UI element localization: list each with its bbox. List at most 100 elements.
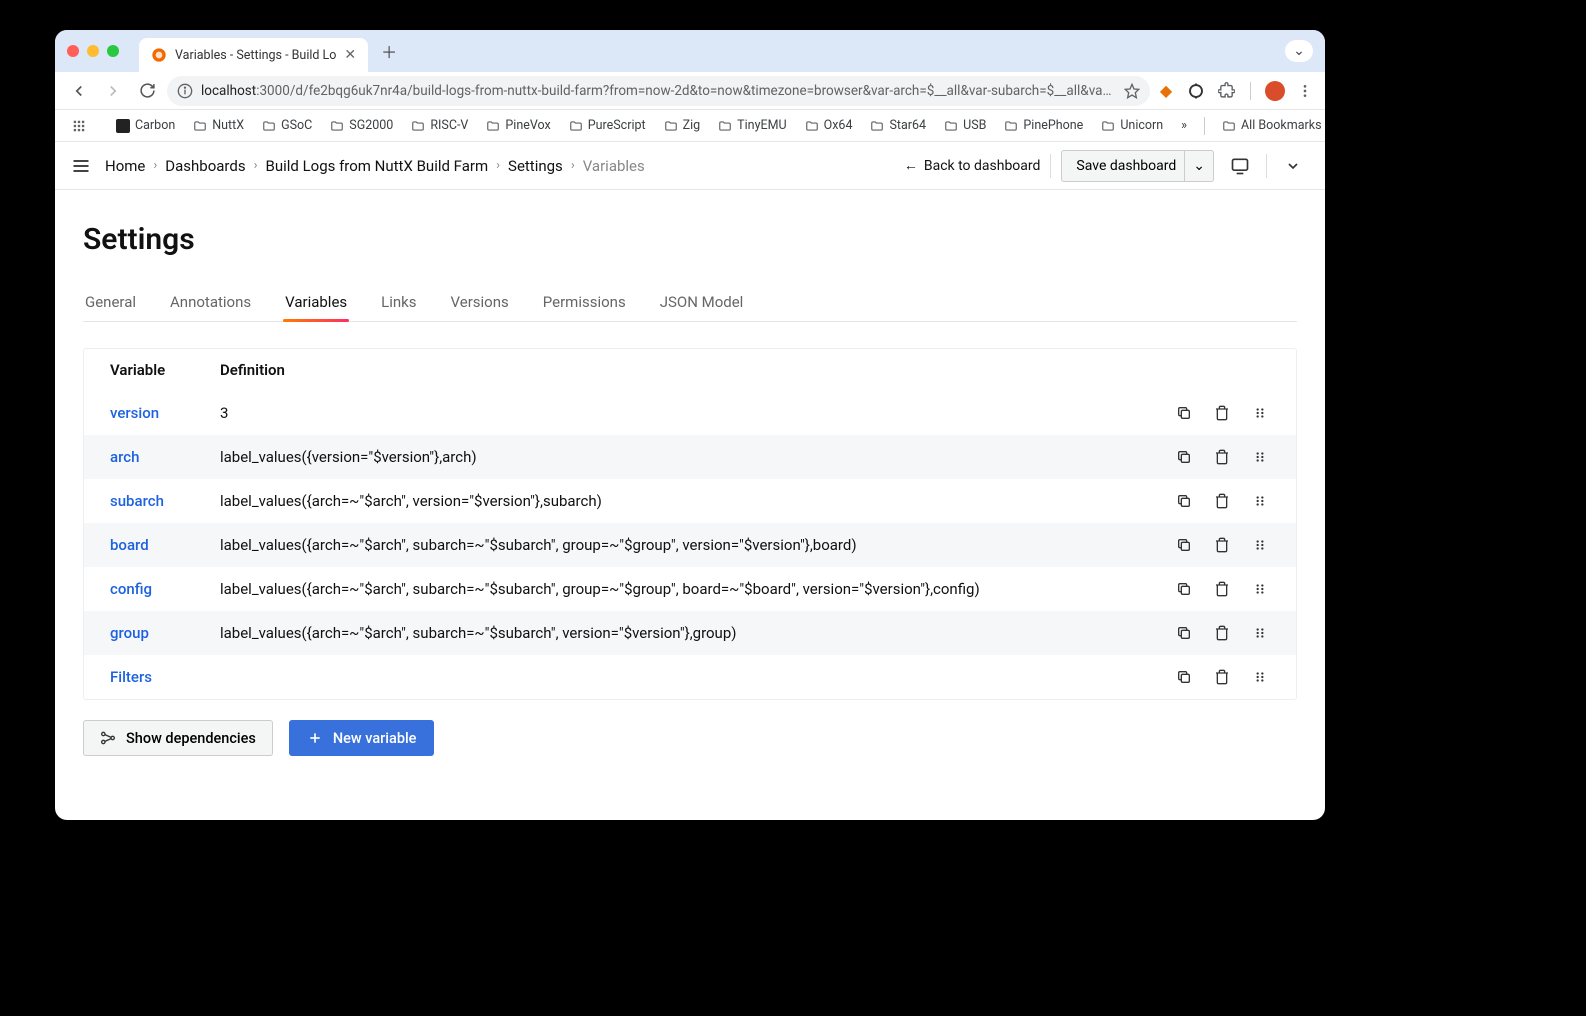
chrome-menu-icon[interactable] [1295, 81, 1315, 101]
variable-name-link[interactable]: group [110, 624, 220, 642]
breadcrumb-item[interactable]: Home [105, 157, 145, 175]
bookmark-item[interactable]: PureScript [562, 115, 653, 136]
bookmark-item[interactable]: RISC-V [404, 115, 475, 136]
variable-name-link[interactable]: subarch [110, 492, 220, 510]
new-variable-button[interactable]: New variable [289, 720, 435, 756]
grafana-favicon-icon [151, 47, 167, 63]
profile-avatar[interactable] [1265, 81, 1285, 101]
breadcrumb: Home › Dashboards › Build Logs from NuttX Bu… [105, 157, 645, 175]
duplicate-icon[interactable] [1174, 491, 1194, 511]
delete-icon[interactable] [1212, 667, 1232, 687]
apps-grid-icon[interactable] [65, 116, 93, 136]
show-dependencies-button[interactable]: Show dependencies [83, 720, 273, 756]
bookmark-item[interactable]: TinyEMU [711, 115, 793, 136]
breadcrumb-item[interactable]: Build Logs from NuttX Build Farm [265, 157, 488, 175]
settings-tabs: General Annotations Variables Links Versions… [83, 285, 1297, 322]
tab-annotations[interactable]: Annotations [168, 285, 253, 321]
bookmark-item[interactable]: NuttX [186, 115, 251, 136]
bookmark-item[interactable]: Carbon [109, 115, 182, 136]
tab-versions[interactable]: Versions [449, 285, 511, 321]
delete-icon[interactable] [1212, 491, 1232, 511]
bookmarks-overflow-icon[interactable]: » [1174, 115, 1194, 136]
new-tab-button[interactable]: ＋ [376, 38, 402, 64]
save-dashboard-button[interactable]: Save dashboard ⌄ [1061, 150, 1214, 182]
variable-name-link[interactable]: Filters [110, 668, 220, 686]
drag-handle-icon[interactable] [1250, 491, 1270, 511]
maximize-window-button[interactable] [107, 45, 119, 57]
duplicate-icon[interactable] [1174, 579, 1194, 599]
tab-list-dropdown[interactable]: ⌄ [1285, 40, 1313, 62]
extension-icon-2[interactable] [1186, 81, 1206, 101]
tab-json-model[interactable]: JSON Model [658, 285, 746, 321]
table-row: subarchlabel_values({arch=~"$arch", vers… [84, 479, 1296, 523]
app-header: Home › Dashboards › Build Logs from NuttX Bu… [55, 142, 1325, 190]
menu-toggle-button[interactable] [71, 156, 91, 176]
reload-button[interactable] [133, 77, 161, 105]
bookmark-item[interactable]: Zig [657, 115, 708, 136]
tab-general[interactable]: General [83, 285, 138, 321]
address-bar[interactable]: localhost:3000/d/fe2bqg6uk7nr4a/build-lo… [167, 76, 1150, 106]
page-title: Settings [83, 222, 1297, 257]
breadcrumb-item[interactable]: Dashboards [165, 157, 245, 175]
bookmark-item[interactable]: USB [937, 115, 993, 136]
delete-icon[interactable] [1212, 579, 1232, 599]
url-text: localhost:3000/d/fe2bqg6uk7nr4a/build-lo… [201, 83, 1116, 99]
delete-icon[interactable] [1212, 447, 1232, 467]
variable-definition: label_values({arch=~"$arch", version="$v… [220, 492, 1150, 510]
bookmark-item[interactable]: GSoC [255, 115, 319, 136]
footer-actions: Show dependencies New variable [83, 720, 1297, 756]
back-to-dashboard-link[interactable]: ← Back to dashboard [904, 157, 1041, 174]
site-info-icon[interactable] [177, 83, 193, 99]
close-window-button[interactable] [67, 45, 79, 57]
chevron-right-icon: › [254, 158, 258, 173]
delete-icon[interactable] [1212, 623, 1232, 643]
browser-tab[interactable]: Variables - Settings - Build Lo ✕ [139, 38, 368, 72]
breadcrumb-item: Variables [583, 157, 645, 175]
duplicate-icon[interactable] [1174, 447, 1194, 467]
tab-links[interactable]: Links [379, 285, 418, 321]
table-row: Filters [84, 655, 1296, 699]
bookmark-item[interactable]: Unicorn [1094, 115, 1170, 136]
forward-button[interactable] [99, 77, 127, 105]
preview-icon[interactable] [1224, 150, 1256, 182]
bookmark-item[interactable]: PinePhone [997, 115, 1090, 136]
duplicate-icon[interactable] [1174, 667, 1194, 687]
back-button[interactable] [65, 77, 93, 105]
chevron-right-icon: › [496, 158, 500, 173]
delete-icon[interactable] [1212, 403, 1232, 423]
drag-handle-icon[interactable] [1250, 535, 1270, 555]
duplicate-icon[interactable] [1174, 535, 1194, 555]
extension-icon-1[interactable]: ◆ [1156, 81, 1176, 101]
tab-variables[interactable]: Variables [283, 285, 349, 321]
drag-handle-icon[interactable] [1250, 447, 1270, 467]
duplicate-icon[interactable] [1174, 403, 1194, 423]
bookmark-item[interactable]: PineVox [479, 115, 557, 136]
variable-name-link[interactable]: board [110, 536, 220, 554]
drag-handle-icon[interactable] [1250, 667, 1270, 687]
extensions-puzzle-icon[interactable] [1216, 81, 1236, 101]
bookmark-item[interactable]: Star64 [863, 115, 933, 136]
header-chevron-down-icon[interactable] [1277, 150, 1309, 182]
bookmark-star-icon[interactable] [1124, 83, 1140, 99]
duplicate-icon[interactable] [1174, 623, 1194, 643]
drag-handle-icon[interactable] [1250, 403, 1270, 423]
chevron-right-icon: › [153, 158, 157, 173]
variable-name-link[interactable]: arch [110, 448, 220, 466]
chevron-down-icon[interactable]: ⌄ [1184, 151, 1205, 181]
show-dependencies-label: Show dependencies [126, 730, 256, 747]
tab-permissions[interactable]: Permissions [541, 285, 628, 321]
close-tab-icon[interactable]: ✕ [344, 47, 356, 63]
minimize-window-button[interactable] [87, 45, 99, 57]
variable-name-link[interactable]: config [110, 580, 220, 598]
all-bookmarks-button[interactable]: All Bookmarks [1215, 115, 1325, 136]
drag-handle-icon[interactable] [1250, 579, 1270, 599]
new-variable-label: New variable [333, 730, 417, 747]
drag-handle-icon[interactable] [1250, 623, 1270, 643]
breadcrumb-item[interactable]: Settings [508, 157, 563, 175]
delete-icon[interactable] [1212, 535, 1232, 555]
variable-definition: label_values({arch=~"$arch", subarch=~"$… [220, 624, 1150, 642]
bookmark-item[interactable]: SG2000 [323, 115, 400, 136]
variable-name-link[interactable]: version [110, 404, 220, 422]
variable-definition: 3 [220, 404, 1150, 422]
bookmark-item[interactable]: Ox64 [798, 115, 860, 136]
